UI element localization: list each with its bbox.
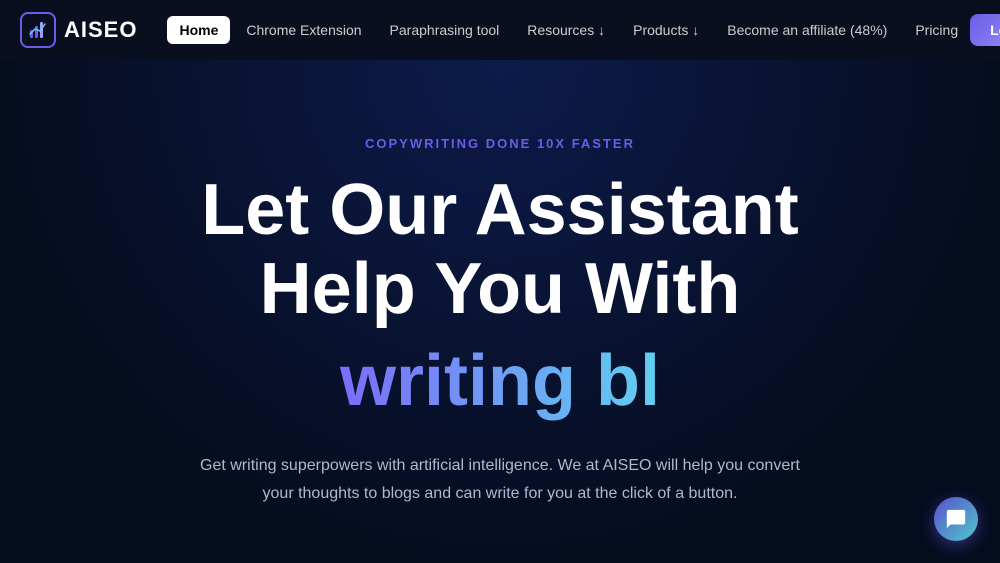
nav-link-chrome-extension[interactable]: Chrome Extension	[234, 16, 373, 44]
hero-title-line1: Let Our Assistant	[201, 170, 798, 250]
nav-link-home[interactable]: Home	[167, 16, 230, 44]
nav-link-products[interactable]: Products ↓	[621, 16, 711, 44]
hero-description: Get writing superpowers with artificial …	[190, 452, 810, 506]
hero-title-line2: Help You With	[260, 249, 741, 329]
logo[interactable]: AISEO	[20, 12, 137, 48]
logo-text: AISEO	[64, 17, 137, 43]
chat-icon	[945, 508, 967, 530]
navbar: AISEO Home Chrome Extension Paraphrasing…	[0, 0, 1000, 60]
nav-link-pricing[interactable]: Pricing	[903, 16, 970, 44]
hero-tagline: COPYWRITING DONE 10X FASTER	[365, 136, 635, 151]
hero-animated-text: writing bl	[340, 340, 660, 423]
nav-links: Home Chrome Extension Paraphrasing tool …	[167, 16, 970, 44]
nav-right: Login ✿	[970, 14, 1000, 46]
chat-bubble-button[interactable]	[934, 497, 978, 541]
nav-link-paraphrasing-tool[interactable]: Paraphrasing tool	[378, 16, 512, 44]
nav-link-resources[interactable]: Resources ↓	[515, 16, 617, 44]
nav-link-affiliate[interactable]: Become an affiliate (48%)	[715, 16, 899, 44]
login-button[interactable]: Login	[970, 14, 1000, 46]
logo-icon	[20, 12, 56, 48]
hero-title: Let Our Assistant Help You With	[201, 171, 798, 329]
hero-section: COPYWRITING DONE 10X FASTER Let Our Assi…	[0, 60, 1000, 563]
logo-svg	[28, 20, 48, 40]
